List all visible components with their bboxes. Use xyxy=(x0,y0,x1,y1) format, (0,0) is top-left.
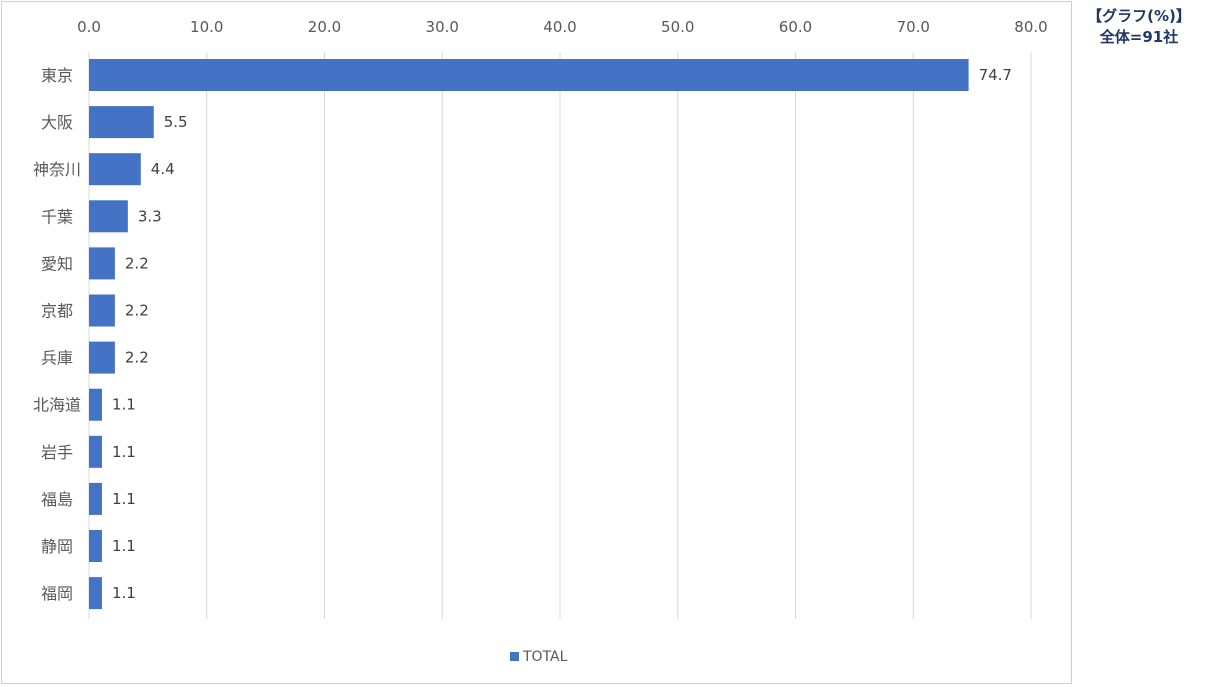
category-label-1: 大阪 xyxy=(41,113,73,132)
x-tick-label-4: 40.0 xyxy=(543,18,576,36)
data-label-11: 1.1 xyxy=(112,584,136,602)
data-label-1: 5.5 xyxy=(164,113,188,131)
category-label-2: 神奈川 xyxy=(33,160,81,179)
x-tick-label-7: 70.0 xyxy=(897,18,930,36)
data-label-2: 4.4 xyxy=(151,160,175,178)
data-label-7: 1.1 xyxy=(112,396,136,414)
x-tick-label-6: 60.0 xyxy=(779,18,812,36)
bar-4 xyxy=(89,247,115,280)
data-labels: 74.7 5.5 4.4 3.3 2.2 2.2 2.2 1.1 1.1 1.1 1.1 1.1 xyxy=(112,66,1012,602)
category-label-0: 東京 xyxy=(41,66,73,85)
category-label-10: 静岡 xyxy=(41,537,73,556)
bar-3 xyxy=(89,200,128,233)
data-label-5: 2.2 xyxy=(125,302,149,320)
legend: TOTAL xyxy=(510,649,568,665)
data-label-3: 3.3 xyxy=(138,207,162,225)
x-tick-label-2: 20.0 xyxy=(308,18,341,36)
category-label-9: 福島 xyxy=(41,490,73,509)
x-tick-label-1: 10.0 xyxy=(190,18,223,36)
bar-9 xyxy=(89,482,102,515)
x-tick-label-8: 80.0 xyxy=(1014,18,1047,36)
x-tick-label-5: 50.0 xyxy=(661,18,694,36)
bar-1 xyxy=(89,106,154,139)
legend-label: TOTAL xyxy=(522,649,568,665)
bar-chart: 0.0 10.0 20.0 30.0 40.0 50.0 60.0 70.0 80.0 東京大阪… xyxy=(33,18,1048,665)
data-label-4: 2.2 xyxy=(125,254,149,272)
category-label-3: 千葉 xyxy=(41,207,73,226)
data-label-9: 1.1 xyxy=(112,490,136,508)
note-total: 全体=91社 xyxy=(1099,28,1179,46)
data-label-6: 2.2 xyxy=(125,349,149,367)
category-label-6: 兵庫 xyxy=(41,349,73,368)
x-tick-label-0: 0.0 xyxy=(77,18,101,36)
category-label-11: 福岡 xyxy=(41,584,73,603)
data-label-0: 74.7 xyxy=(979,66,1012,84)
x-tick-label-3: 30.0 xyxy=(426,18,459,36)
data-label-10: 1.1 xyxy=(112,537,136,555)
category-label-4: 愛知 xyxy=(41,254,73,273)
category-label-7: 北海道 xyxy=(33,396,81,415)
side-note: 【グラフ(%)】 全体=91社 xyxy=(1078,6,1200,48)
gridlines xyxy=(88,52,1032,619)
note-title: 【グラフ(%)】 xyxy=(1087,7,1191,25)
legend-swatch xyxy=(510,652,519,661)
bar-2 xyxy=(89,153,141,186)
bar-0 xyxy=(89,59,969,91)
category-label-8: 岩手 xyxy=(41,443,73,462)
bars xyxy=(89,59,969,610)
x-axis-ticks: 0.0 10.0 20.0 30.0 40.0 50.0 60.0 70.0 80.0 xyxy=(77,18,1048,36)
category-label-5: 京都 xyxy=(41,302,73,321)
category-labels: 東京大阪神奈川千葉愛知京都兵庫北海道岩手福島静岡福岡 xyxy=(33,66,81,603)
data-label-8: 1.1 xyxy=(112,443,136,461)
bar-6 xyxy=(89,341,115,374)
chart-frame: 0.0 10.0 20.0 30.0 40.0 50.0 60.0 70.0 80.0 東京大阪… xyxy=(1,1,1072,684)
bar-10 xyxy=(89,530,102,562)
bar-7 xyxy=(89,388,102,421)
bar-8 xyxy=(89,435,102,468)
bar-11 xyxy=(89,577,102,610)
bar-5 xyxy=(89,294,115,327)
